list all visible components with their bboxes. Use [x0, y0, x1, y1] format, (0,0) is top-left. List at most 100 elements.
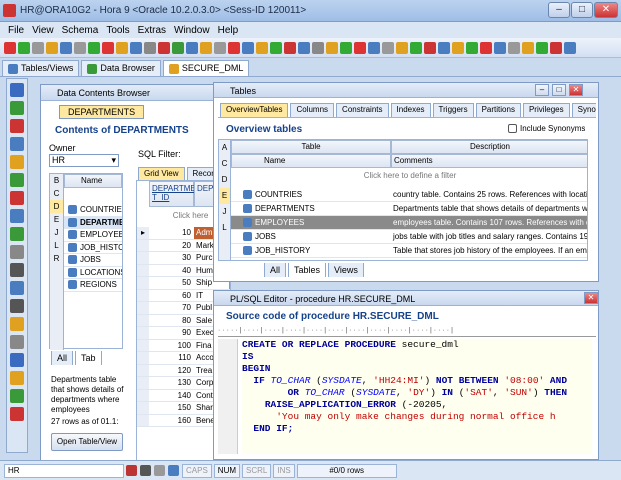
toolbar-tool-icon[interactable]: [354, 41, 366, 54]
tab-partitions[interactable]: Partitions: [475, 103, 521, 117]
table-list-item[interactable]: DEPARTMENTS: [64, 216, 122, 229]
letter-index-item[interactable]: J: [50, 226, 63, 239]
tab-tables-views[interactable]: Tables/Views: [2, 60, 80, 76]
table-row[interactable]: COUNTRIES country table. Contains 25 rows…: [231, 188, 587, 202]
toolbar-tool-icon[interactable]: [144, 41, 156, 54]
schema-object-icon[interactable]: [10, 317, 24, 331]
letter-index-item[interactable]: E: [219, 188, 230, 204]
schema-object-icon[interactable]: [10, 155, 24, 169]
toolbar-tool-icon[interactable]: [564, 41, 576, 54]
toolbar-tool-icon[interactable]: [242, 41, 254, 54]
table-list-item[interactable]: EMPLOYEES: [64, 229, 122, 242]
toolbar-tool-icon[interactable]: [186, 41, 198, 54]
schema-object-icon[interactable]: [10, 263, 24, 277]
table-row[interactable]: JOB_HISTORY Table that stores job history…: [231, 244, 587, 258]
toolbar-tool-icon[interactable]: [298, 41, 310, 54]
toolbar-tool-icon[interactable]: [522, 41, 534, 54]
toolbar-tool-icon[interactable]: [74, 41, 86, 54]
tab-all[interactable]: All: [264, 263, 287, 277]
name-column-header[interactable]: Name: [231, 154, 391, 168]
minimize-button[interactable]: –: [548, 2, 570, 18]
schema-object-icon[interactable]: [10, 335, 24, 349]
menu-file[interactable]: File: [8, 25, 24, 36]
schema-object-icon[interactable]: [10, 173, 24, 187]
dcb-tab-departments[interactable]: DEPARTMENTS: [59, 105, 145, 119]
toolbar-tool-icon[interactable]: [270, 41, 282, 54]
open-table-button[interactable]: Open Table/View: [51, 433, 123, 451]
plsql-close-button[interactable]: ✕: [584, 292, 598, 304]
schema-object-icon[interactable]: [10, 227, 24, 241]
toolbar-tool-icon[interactable]: [452, 41, 464, 54]
menu-tools[interactable]: Tools: [106, 25, 129, 36]
toolbar-tool-icon[interactable]: [228, 41, 240, 54]
letter-index-item[interactable]: L: [219, 220, 230, 236]
table-list-item[interactable]: JOB_HISTORY: [64, 242, 122, 254]
owner-select[interactable]: HR ▾: [49, 154, 119, 167]
schema-object-icon[interactable]: [10, 281, 24, 295]
toolbar-tool-icon[interactable]: [466, 41, 478, 54]
toolbar-tool-icon[interactable]: [46, 41, 58, 54]
letter-index-item[interactable]: D: [50, 200, 63, 213]
tab-data-browser[interactable]: Data Browser: [81, 60, 161, 76]
toolbar-tool-icon[interactable]: [130, 41, 142, 54]
table-row[interactable]: DEPARTMENTS Departments table that shows …: [231, 202, 587, 216]
schema-object-icon[interactable]: [10, 407, 24, 421]
menu-help[interactable]: Help: [218, 25, 239, 36]
letter-index-item[interactable]: R: [50, 252, 63, 265]
toolbar-tool-icon[interactable]: [438, 41, 450, 54]
letter-index-item[interactable]: L: [50, 239, 63, 252]
toolbar-tool-icon[interactable]: [312, 41, 324, 54]
code-editor[interactable]: CREATE OR REPLACE PROCEDURE secure_dml IS…: [242, 339, 592, 454]
toolbar-tool-icon[interactable]: [368, 41, 380, 54]
toolbar-tool-icon[interactable]: [508, 41, 520, 54]
letter-index-item[interactable]: J: [219, 204, 230, 220]
tab-overviewtables[interactable]: OverviewTables: [220, 103, 289, 117]
letter-index-item[interactable]: D: [219, 172, 230, 188]
toolbar-tool-icon[interactable]: [494, 41, 506, 54]
schema-object-icon[interactable]: [10, 83, 24, 97]
tab-triggers[interactable]: Triggers: [432, 103, 474, 117]
schema-object-icon[interactable]: [10, 137, 24, 151]
tab-synonyms[interactable]: Synonyms: [571, 103, 596, 117]
table-row[interactable]: JOBS jobs table with job titles and salar…: [231, 230, 587, 244]
tables-restore-button[interactable]: □: [552, 84, 566, 96]
description-column-header[interactable]: Description: [391, 140, 587, 154]
tab-views[interactable]: Views: [328, 263, 364, 277]
close-button[interactable]: ✕: [594, 2, 618, 18]
toolbar-tool-icon[interactable]: [88, 41, 100, 54]
schema-object-icon[interactable]: [10, 101, 24, 115]
include-synonyms-checkbox[interactable]: Include Synonyms: [508, 124, 585, 133]
schema-object-icon[interactable]: [10, 245, 24, 259]
menu-schema[interactable]: Schema: [62, 25, 99, 36]
table-list-item[interactable]: COUNTRIES: [64, 204, 122, 217]
schema-object-icon[interactable]: [10, 389, 24, 403]
toolbar-tool-icon[interactable]: [4, 41, 16, 54]
toolbar-tool-icon[interactable]: [102, 41, 114, 54]
toolbar-tool-icon[interactable]: [536, 41, 548, 54]
tab-constraints[interactable]: Constraints: [336, 103, 389, 117]
tab-indexes[interactable]: Indexes: [390, 103, 431, 117]
toolbar-tool-icon[interactable]: [158, 41, 170, 54]
tab-tables[interactable]: Tab: [75, 351, 102, 365]
tab-columns[interactable]: Columns: [290, 103, 335, 117]
tab-privileges[interactable]: Privileges: [522, 103, 570, 117]
comments-column-header[interactable]: Comments: [391, 154, 587, 168]
toolbar-tool-icon[interactable]: [116, 41, 128, 54]
menu-extras[interactable]: Extras: [138, 25, 166, 36]
menu-view[interactable]: View: [32, 25, 54, 36]
schema-object-icon[interactable]: [10, 209, 24, 223]
tables-close-button[interactable]: ✕: [569, 84, 583, 96]
tab-grid-view[interactable]: Grid View: [138, 167, 185, 180]
toolbar-tool-icon[interactable]: [32, 41, 44, 54]
letter-index-item[interactable]: C: [50, 187, 63, 200]
table-list-item[interactable]: LOCATIONS: [64, 267, 122, 279]
toolbar-tool-icon[interactable]: [396, 41, 408, 54]
toolbar-tool-icon[interactable]: [172, 41, 184, 54]
toolbar-tool-icon[interactable]: [410, 41, 422, 54]
toolbar-tool-icon[interactable]: [18, 41, 30, 54]
tab-secure-dml[interactable]: SECURE_DML: [162, 60, 250, 76]
tab-all[interactable]: All: [51, 351, 74, 365]
menu-window[interactable]: Window: [174, 25, 210, 36]
tab-tables[interactable]: Tables: [288, 263, 327, 277]
letter-index-item[interactable]: B: [50, 174, 63, 187]
